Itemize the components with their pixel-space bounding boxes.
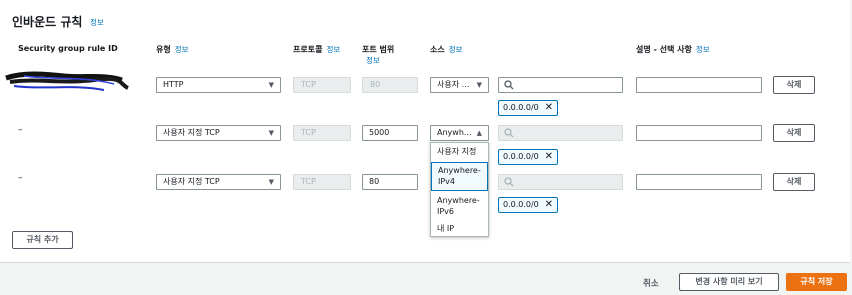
header-rule-id: Security group rule ID [18, 44, 118, 53]
rule-3-type-select[interactable]: 사용자 지정 TCP ▼ [156, 174, 281, 190]
caret-down-icon: ▼ [268, 81, 274, 89]
header-port-range: 포트 범위정보 [362, 44, 404, 66]
panel-info-link[interactable]: 정보 [90, 17, 104, 28]
rule-1-protocol: TCP [293, 77, 351, 93]
close-icon[interactable]: ✕ [545, 198, 553, 212]
header-protocol: 프로토콜 정보 [293, 44, 340, 55]
rule-2-source-search[interactable] [498, 125, 623, 141]
rule-1-port: 80 [362, 77, 418, 93]
rule-1-cidr-token: 0.0.0.0/0 ✕ [498, 100, 558, 116]
caret-up-icon: ▲ [476, 129, 482, 137]
caret-down-icon: ▼ [476, 81, 482, 89]
rule-2-description-input[interactable] [636, 125, 762, 141]
header-protocol-info[interactable]: 정보 [326, 45, 340, 54]
header-source: 소스 정보 [430, 44, 463, 55]
source-dropdown-menu: 사용자 지정 Anywhere-IPv4 Anywhere-IPv6 내 IP [430, 142, 489, 237]
rule-1-description-input[interactable] [636, 77, 762, 93]
rule-1-delete-button[interactable]: 삭제 [773, 76, 815, 94]
inbound-rules-panel: 인바운드 규칙 정보 Security group rule ID 유형 정보 프… [0, 0, 850, 263]
caret-down-icon: ▼ [268, 178, 274, 186]
rule-3-description-input[interactable] [636, 174, 762, 190]
dropdown-option-anywhere-ipv6[interactable]: Anywhere-IPv6 [431, 193, 488, 221]
panel-title: 인바운드 규칙 [12, 15, 83, 29]
rule-3-source-search[interactable] [498, 174, 623, 190]
save-rules-button[interactable]: 규칙 저장 [786, 273, 847, 291]
rule-3-port-input[interactable]: 80 [362, 174, 418, 190]
search-icon [504, 128, 514, 138]
dropdown-option-my-ip[interactable]: 내 IP [431, 223, 488, 234]
dropdown-option-custom[interactable]: 사용자 지정 [431, 146, 488, 157]
rule-3-type-value: 사용자 지정 TCP [163, 177, 220, 186]
rule-2-id: – [18, 125, 23, 135]
rule-2-source-select[interactable]: Anywh... ▲ [430, 125, 489, 141]
redacted-rule-id-scribble [5, 71, 129, 91]
dropdown-option-anywhere-ipv4[interactable]: Anywhere-IPv4 [431, 162, 488, 191]
search-icon [504, 177, 514, 187]
rule-1-type-select[interactable]: HTTP ▼ [156, 77, 281, 93]
header-source-label: 소스 [430, 45, 445, 54]
rule-2-type-value: 사용자 지정 TCP [163, 128, 220, 137]
header-port-range-info[interactable]: 정보 [366, 56, 380, 65]
rule-1-source-select[interactable]: 사용자 ... ▼ [430, 77, 489, 93]
header-type-label: 유형 [156, 45, 171, 54]
caret-down-icon: ▼ [268, 129, 274, 137]
rule-2-protocol: TCP [293, 125, 351, 141]
rule-2-cidr-token-label: 0.0.0.0/0 [503, 152, 539, 161]
add-rule-button[interactable]: 규칙 추가 [12, 231, 73, 249]
rule-1-cidr-token-label: 0.0.0.0/0 [503, 103, 539, 112]
close-icon[interactable]: ✕ [545, 101, 553, 115]
header-description-label: 설명 - 선택 사항 [636, 45, 692, 54]
rule-2-delete-button[interactable]: 삭제 [773, 124, 815, 142]
cancel-button[interactable]: 취소 [643, 277, 659, 289]
search-icon [504, 80, 514, 90]
rule-1-source-value: 사용자 ... [437, 80, 470, 89]
rule-2-type-select[interactable]: 사용자 지정 TCP ▼ [156, 125, 281, 141]
header-type-info[interactable]: 정보 [175, 45, 189, 54]
rule-1-source-search[interactable] [498, 77, 623, 93]
header-protocol-label: 프로토콜 [293, 45, 323, 54]
header-description-info[interactable]: 정보 [696, 45, 710, 54]
header-description: 설명 - 선택 사항 정보 [636, 44, 710, 55]
rule-3-protocol: TCP [293, 174, 351, 190]
rule-2-port-input[interactable]: 5000 [362, 125, 418, 141]
rule-1-type-value: HTTP [163, 80, 184, 89]
rule-2-cidr-token: 0.0.0.0/0 ✕ [498, 149, 558, 165]
rule-3-delete-button[interactable]: 삭제 [773, 173, 815, 191]
rule-3-cidr-token: 0.0.0.0/0 ✕ [498, 197, 558, 213]
header-source-info[interactable]: 정보 [449, 45, 463, 54]
header-port-range-label: 포트 범위 [362, 45, 395, 54]
header-type: 유형 정보 [156, 44, 189, 55]
rule-3-cidr-token-label: 0.0.0.0/0 [503, 200, 539, 209]
rule-2-source-value: Anywh... [437, 128, 472, 137]
preview-changes-button[interactable]: 변경 사항 미리 보기 [679, 273, 779, 291]
close-icon[interactable]: ✕ [545, 150, 553, 164]
rule-3-id: – [18, 173, 23, 183]
